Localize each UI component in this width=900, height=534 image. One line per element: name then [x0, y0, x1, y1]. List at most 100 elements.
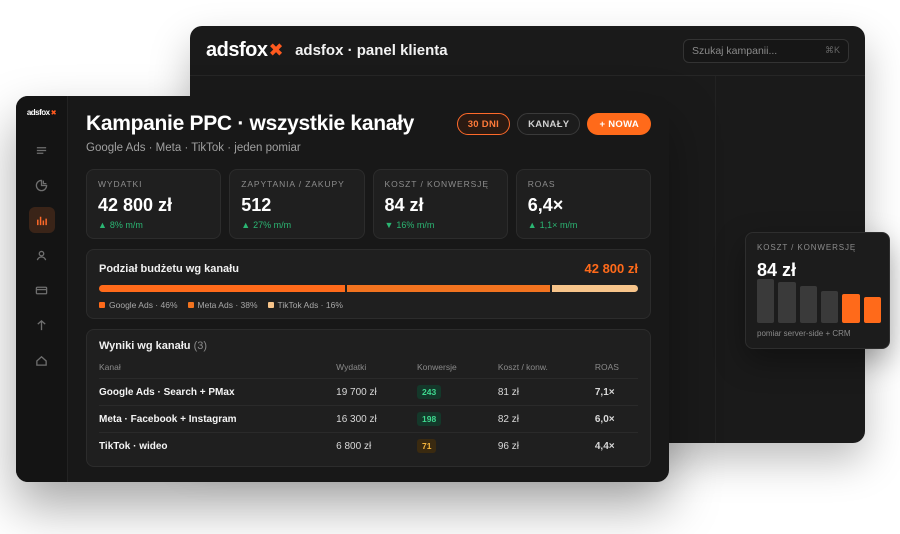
sidebar-item-campaigns[interactable] — [28, 207, 55, 233]
trend-bar — [757, 279, 775, 323]
table-row[interactable]: Google Ads · Search + PMax 19 700 zł 243… — [99, 378, 638, 406]
kpi-leads: ZAPYTANIA / ZAKUPY 512 ▲ 27% m/m — [229, 169, 365, 239]
kpi-delta-text: 16% m/m — [396, 220, 435, 230]
trend-bar — [842, 294, 860, 323]
kpi-delta: ▲ 8% m/m — [98, 220, 209, 230]
kpi-label: ROAS — [527, 179, 556, 189]
trend-up-icon: ▲ — [241, 220, 251, 230]
column-header-roas[interactable]: ROAS — [594, 358, 638, 379]
table-row[interactable]: Meta · Facebook + Instagram 16 300 zł 19… — [99, 405, 638, 433]
budget-legend: Google Ads · 46% Meta Ads · 38% TikTok A… — [99, 300, 638, 310]
cell-channel: Meta · Facebook + Instagram — [99, 405, 337, 433]
kpi-delta-text: 8% m/m — [109, 220, 143, 230]
budget-segment-tiktok[interactable] — [550, 285, 638, 292]
period-button[interactable]: 30 DNI — [456, 113, 511, 135]
trend-bar — [799, 286, 817, 323]
home-icon — [36, 355, 47, 366]
page-header: Kampanie PPC · wszystkie kanały Google A… — [86, 112, 651, 154]
kpi-label: ZAPYTANIA / ZAKUPY — [241, 179, 345, 189]
cell-cost: 82 zł — [497, 405, 595, 433]
channels-button[interactable]: KANAŁY — [517, 113, 581, 135]
legend-item-meta: Meta Ads · 38% — [187, 300, 258, 310]
client-panel-header: adsfox ✖ adsfox · panel klienta Szukaj k… — [190, 26, 865, 76]
legend-label: Meta Ads · 38% — [197, 300, 258, 310]
cell-conversions: 71 — [417, 433, 498, 460]
cost-trend-bars — [757, 277, 881, 323]
sidebar: adsfox ✖ — [16, 96, 68, 482]
budget-total: 42 800 zł — [584, 261, 639, 276]
cell-conversions: 198 — [417, 405, 498, 433]
cell-cost: 96 zł — [497, 440, 519, 452]
kpi-spend: WYDATKI 42 800 zł ▲ 8% m/m — [86, 169, 222, 239]
sidebar-item-menu[interactable] — [29, 137, 55, 163]
pie-chart-icon — [35, 179, 48, 191]
budget-title: Podział budżetu wg kanału — [99, 262, 239, 275]
kpi-cost-per-conversion: KOSZT / KONWERSJĘ 84 zł ▼ 16% m/m — [372, 169, 508, 239]
user-icon — [36, 250, 47, 260]
brand-wordmark: adsfox — [206, 39, 268, 61]
campaign-search-input[interactable]: Szukaj kampanii... ⌘K — [683, 38, 849, 63]
legend-item-google: Google Ads · 46% — [99, 300, 178, 310]
bar-chart-icon — [37, 216, 47, 225]
page-title: Kampanie PPC · wszystkie kanały — [86, 112, 415, 135]
legend-swatch — [99, 302, 105, 308]
sidebar-item-upload[interactable] — [29, 312, 55, 338]
column-header-cost[interactable]: Koszt / konw. — [497, 358, 595, 379]
results-title: Wyniki wg kanału (3) — [99, 340, 638, 352]
fox-logo-icon: ✖ — [268, 40, 284, 60]
budget-segment-meta[interactable] — [345, 285, 551, 292]
card-note: pomiar server-side + CRM — [757, 329, 851, 338]
cell-channel: Google Ads · Search + PMax — [99, 378, 337, 406]
column-header-conversions[interactable]: Konwersje — [417, 358, 498, 379]
sidebar-item-users[interactable] — [29, 242, 55, 268]
cost-per-conversion-card: KOSZT / KONWERSJĘ 84 zł pomiar server-si… — [745, 232, 890, 349]
legend-label: Google Ads · 46% — [109, 300, 178, 310]
new-campaign-button[interactable]: + NOWA — [587, 113, 651, 135]
legend-label: TikTok Ads · 16% — [277, 300, 343, 310]
kpi-value: 42 800 zł — [98, 195, 173, 215]
conversions-badge: 198 — [417, 412, 442, 426]
kpi-delta-text: 27% m/m — [253, 220, 292, 230]
column-header-channel[interactable]: Kanał — [99, 358, 337, 379]
results-count: (3) — [193, 340, 208, 352]
search-placeholder: Szukaj kampanii... — [692, 44, 778, 57]
sidebar-wordmark: adsfox — [26, 108, 50, 117]
kpi-delta: ▲ 27% m/m — [241, 220, 352, 230]
main-content: Kampanie PPC · wszystkie kanały Google A… — [68, 96, 669, 482]
budget-split-card: Podział budżetu wg kanału 42 800 zł Goog… — [86, 249, 651, 319]
legend-item-tiktok: TikTok Ads · 16% — [267, 300, 343, 310]
budget-segment-google[interactable] — [99, 285, 346, 292]
arrow-up-icon — [37, 319, 46, 330]
conversions-badge: 243 — [417, 385, 442, 399]
legend-swatch — [267, 302, 274, 308]
campaigns-window: adsfox ✖ Kampanie PPC · wszystkie kanały — [16, 96, 669, 482]
sidebar-item-home[interactable] — [29, 347, 55, 373]
panel-divider — [715, 76, 716, 443]
kpi-value: 512 — [241, 195, 272, 215]
table-header-row: Kanał Wydatki Konwersje Koszt / konw. RO… — [99, 358, 638, 379]
sidebar-item-billing[interactable] — [29, 277, 55, 303]
cell-roas: 7,1× — [594, 378, 638, 406]
trend-bar — [778, 281, 796, 323]
kpi-label: KOSZT / KONWERSJĘ — [384, 179, 489, 189]
sidebar-logo[interactable]: adsfox ✖ — [26, 108, 57, 117]
legend-swatch — [187, 302, 194, 308]
kpi-row: WYDATKI 42 800 zł ▲ 8% m/m ZAPYTANIA / ZA… — [86, 169, 651, 239]
kpi-delta: ▲ 1,1× m/m — [528, 220, 639, 230]
table-row[interactable]: TikTok · wideo 6 800 zł 71 96 zł 4,4× — [99, 433, 638, 460]
budget-header: Podział budżetu wg kanału 42 800 zł — [99, 261, 638, 276]
cell-roas: 4,4× — [594, 440, 615, 452]
trend-bar — [863, 296, 881, 323]
header-actions: 30 DNI KANAŁY + NOWA — [456, 113, 651, 135]
channel-results-card: Wyniki wg kanału (3) Kanał Wydatki Konwe… — [86, 329, 651, 467]
fox-logo-icon: ✖ — [50, 108, 57, 117]
kpi-value: 84 zł — [384, 195, 424, 215]
sidebar-item-analytics[interactable] — [29, 172, 55, 198]
cell-cost: 81 zł — [497, 378, 595, 406]
card-label: KOSZT / KONWERSJĘ — [757, 243, 857, 252]
search-shortcut-hint: ⌘K — [824, 45, 840, 55]
page-subtitle: Google Ads · Meta · TikTok · jeden pomia… — [86, 142, 301, 154]
kpi-delta: ▼ 16% m/m — [385, 220, 496, 230]
brand-logo[interactable]: adsfox ✖ — [206, 39, 284, 62]
column-header-spend[interactable]: Wydatki — [336, 358, 417, 379]
